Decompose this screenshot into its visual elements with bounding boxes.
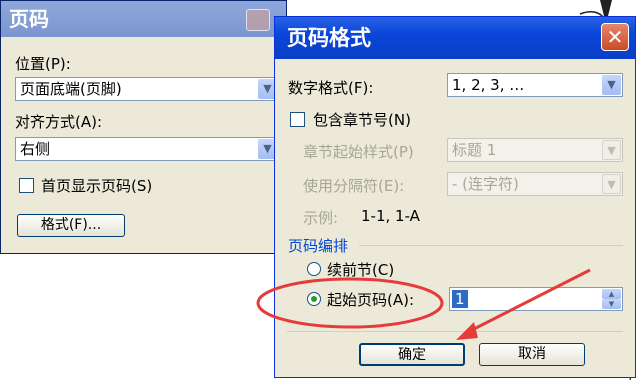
- include-chapter-label: 包含章节号(N): [313, 111, 411, 129]
- number-format-label: 数字格式(F):: [288, 79, 374, 97]
- ok-button[interactable]: 确定: [359, 343, 465, 366]
- group-divider: [359, 245, 623, 246]
- start-at-value[interactable]: 1: [452, 290, 468, 308]
- chevron-down-icon[interactable]: ▼: [602, 140, 621, 160]
- page-number-dialog-close-button[interactable]: [246, 9, 270, 31]
- show-first-page-label: 首页显示页码(S): [41, 177, 153, 195]
- chapter-style-select[interactable]: 标题 1 ▼: [447, 138, 623, 162]
- bottom-divider: [287, 331, 623, 332]
- show-first-page-checkbox[interactable]: [19, 178, 34, 193]
- number-format-select[interactable]: 1, 2, 3, … ▼: [447, 73, 623, 97]
- position-select[interactable]: 页面底端(页脚) ▼: [15, 77, 279, 101]
- position-label: 位置(P):: [15, 55, 71, 73]
- start-at-label: 起始页码(A):: [327, 291, 415, 309]
- chevron-down-icon[interactable]: ▼: [602, 75, 621, 95]
- alignment-label: 对齐方式(A):: [15, 113, 103, 131]
- number-format-value: 1, 2, 3, …: [452, 76, 525, 94]
- chevron-down-icon[interactable]: ▼: [602, 174, 621, 194]
- spinner-buttons[interactable]: ▲ ▼: [602, 289, 621, 309]
- position-value: 页面底端(页脚): [20, 80, 122, 98]
- start-at-radio[interactable]: [307, 292, 321, 306]
- alignment-select[interactable]: 右侧 ▼: [15, 137, 279, 161]
- example-value: 1-1, 1-A: [361, 207, 420, 225]
- format-button[interactable]: 格式(F)...: [17, 214, 125, 237]
- start-at-spinner[interactable]: 1 ▲ ▼: [449, 287, 623, 311]
- close-button[interactable]: ✕: [601, 23, 629, 51]
- cancel-button[interactable]: 取消: [479, 343, 585, 366]
- chapter-style-value: 标题 1: [452, 141, 497, 159]
- separator-label: 使用分隔符(E):: [303, 177, 405, 195]
- continue-radio[interactable]: [307, 262, 321, 276]
- example-label: 示例:: [303, 209, 339, 227]
- continue-label: 续前节(C): [327, 261, 395, 279]
- spin-up-icon[interactable]: ▲: [602, 289, 621, 299]
- include-chapter-checkbox[interactable]: [290, 112, 305, 127]
- page-number-dialog: 页码 位置(P): 页面底端(页脚) ▼ 对齐方式(A): 右侧 ▼ 首页显示页…: [0, 0, 287, 254]
- chapter-style-label: 章节起始样式(P): [303, 143, 414, 161]
- page-number-format-dialog: 页码格式 ✕ 数字格式(F): 1, 2, 3, … ▼ 包含章节号(N) 章节…: [274, 16, 636, 378]
- separator-value: - (连字符): [452, 175, 519, 193]
- close-icon: ✕: [606, 25, 624, 49]
- spin-down-icon[interactable]: ▼: [602, 299, 621, 309]
- alignment-value: 右侧: [20, 140, 51, 158]
- page-number-dialog-title: 页码: [1, 1, 286, 37]
- page-number-format-title: 页码格式: [275, 17, 635, 59]
- separator-select[interactable]: - (连字符) ▼: [447, 172, 623, 196]
- numbering-group-title: 页码编排: [288, 237, 349, 255]
